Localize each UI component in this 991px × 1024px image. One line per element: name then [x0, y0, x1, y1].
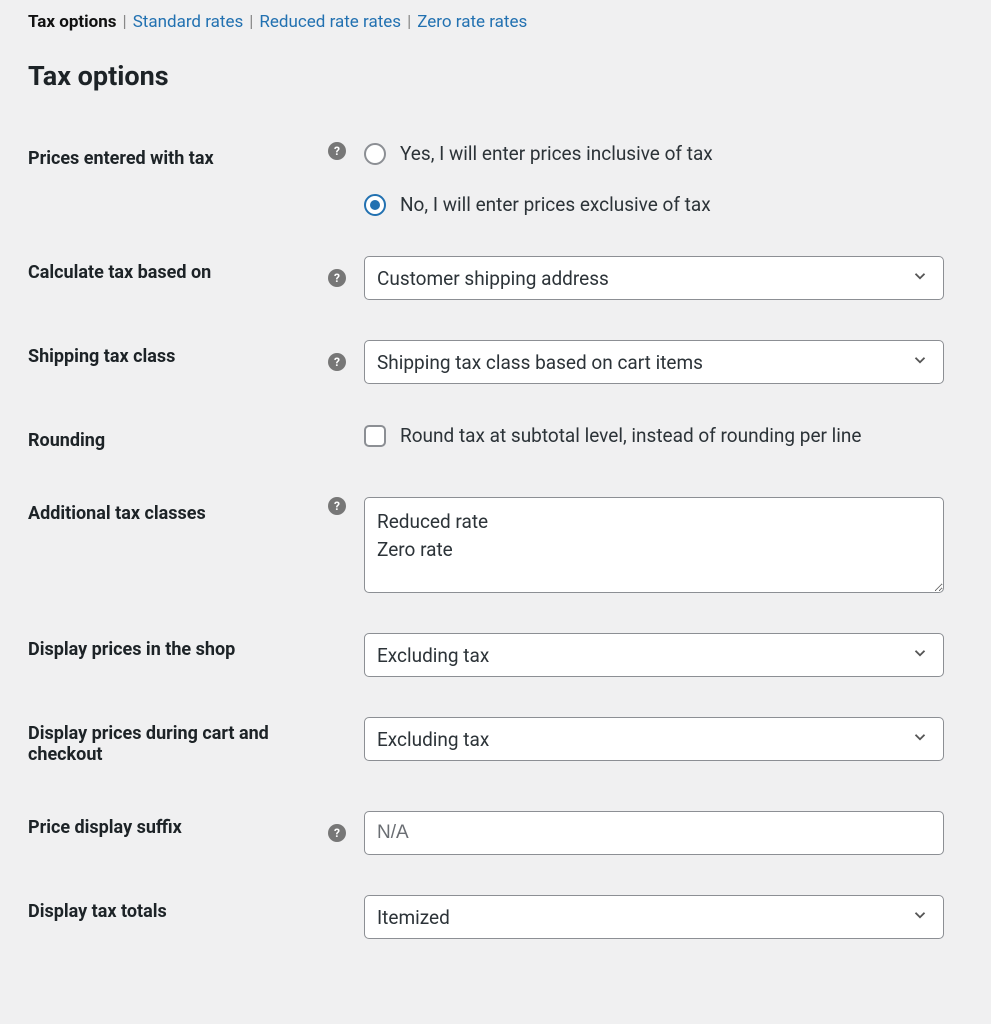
radio-icon — [364, 194, 386, 216]
radio-label: Yes, I will enter prices inclusive of ta… — [400, 142, 713, 165]
subnav-link-reduced-rate-rates[interactable]: Reduced rate rates — [259, 12, 401, 32]
help-icon[interactable]: ? — [328, 142, 346, 160]
radio-prices-exclusive[interactable]: No, I will enter prices exclusive of tax — [364, 193, 713, 216]
input-price-display-suffix[interactable] — [364, 811, 944, 855]
prices-entered-radio-group: Yes, I will enter prices inclusive of ta… — [364, 142, 713, 216]
tax-subnav: Tax options | Standard rates | Reduced r… — [28, 8, 963, 38]
textarea-additional-tax-classes[interactable] — [364, 497, 944, 593]
select-value: Itemized — [377, 906, 450, 929]
select-value: Excluding tax — [377, 644, 489, 667]
label-price-display-suffix: Price display suffix — [28, 791, 328, 875]
label-prices-entered-with-tax: Prices entered with tax — [28, 122, 328, 236]
help-icon[interactable]: ? — [328, 824, 346, 842]
checkbox-rounding[interactable]: Round tax at subtotal level, instead of … — [364, 424, 862, 447]
radio-prices-inclusive[interactable]: Yes, I will enter prices inclusive of ta… — [364, 142, 713, 165]
label-display-prices-shop: Display prices in the shop — [28, 613, 328, 697]
select-display-tax-totals[interactable]: Itemized — [364, 895, 944, 939]
label-calculate-tax-based-on: Calculate tax based on — [28, 236, 328, 320]
select-display-prices-cart[interactable]: Excluding tax — [364, 717, 944, 761]
label-rounding: Rounding — [28, 404, 328, 477]
section-title: Tax options — [28, 60, 963, 92]
select-shipping-tax-class[interactable]: Shipping tax class based on cart items — [364, 340, 944, 384]
checkbox-label: Round tax at subtotal level, instead of … — [400, 424, 862, 447]
label-display-tax-totals: Display tax totals — [28, 875, 328, 959]
radio-icon — [364, 143, 386, 165]
subnav-current: Tax options — [28, 12, 117, 32]
help-icon[interactable]: ? — [328, 497, 346, 515]
chevron-down-icon — [911, 644, 929, 667]
chevron-down-icon — [911, 267, 929, 290]
select-display-prices-shop[interactable]: Excluding tax — [364, 633, 944, 677]
help-icon[interactable]: ? — [328, 353, 346, 371]
chevron-down-icon — [911, 906, 929, 929]
select-value: Excluding tax — [377, 728, 489, 751]
label-shipping-tax-class: Shipping tax class — [28, 320, 328, 404]
checkbox-icon — [364, 425, 386, 447]
subnav-link-zero-rate-rates[interactable]: Zero rate rates — [417, 12, 527, 32]
subnav-link-standard-rates[interactable]: Standard rates — [133, 12, 244, 32]
chevron-down-icon — [911, 351, 929, 374]
help-icon[interactable]: ? — [328, 269, 346, 287]
select-value: Customer shipping address — [377, 267, 609, 290]
label-additional-tax-classes: Additional tax classes — [28, 477, 328, 613]
select-value: Shipping tax class based on cart items — [377, 351, 703, 374]
label-display-prices-cart: Display prices during cart and checkout — [28, 697, 328, 791]
subnav-separator: | — [249, 12, 253, 32]
radio-label: No, I will enter prices exclusive of tax — [400, 193, 711, 216]
chevron-down-icon — [911, 728, 929, 751]
subnav-separator: | — [407, 12, 411, 32]
select-calculate-tax-based-on[interactable]: Customer shipping address — [364, 256, 944, 300]
subnav-separator: | — [123, 12, 127, 32]
